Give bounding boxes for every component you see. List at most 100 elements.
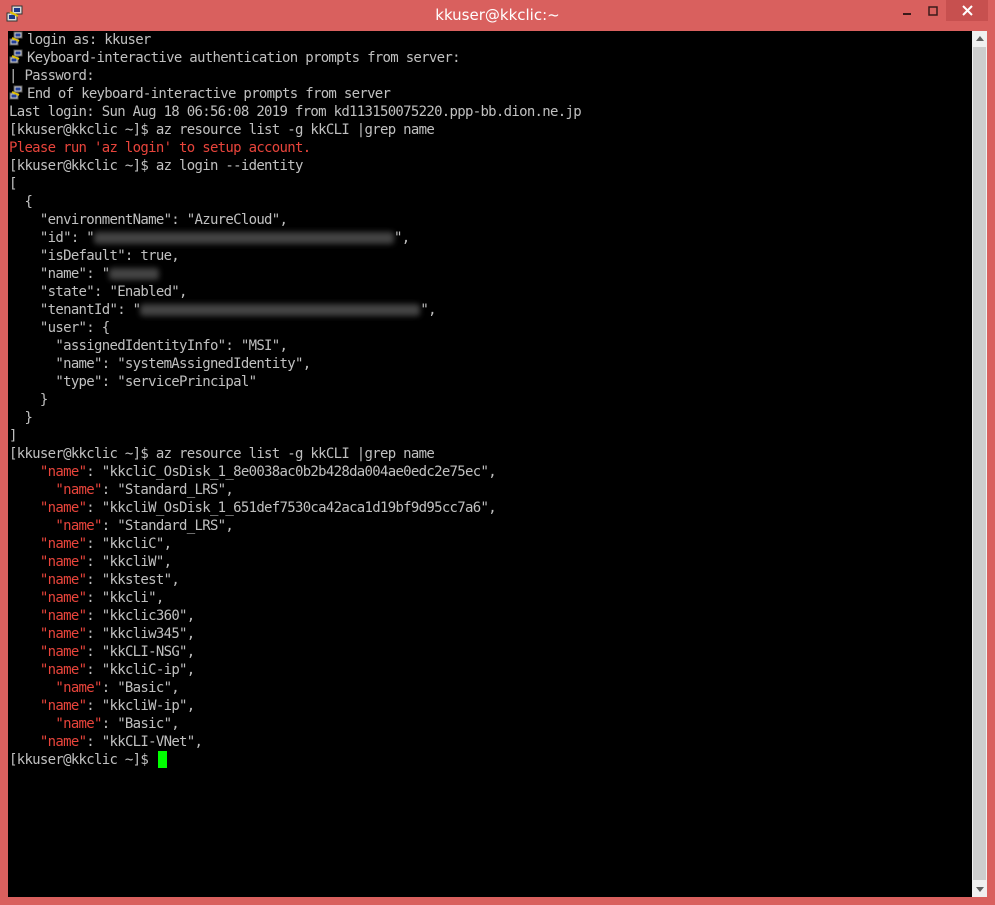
terminal-line: "environmentName": "AzureCloud", xyxy=(9,211,581,229)
close-button[interactable] xyxy=(946,0,988,21)
json-value: : "kkcliC-ip", xyxy=(86,662,195,678)
json-value: : "kkCLI-NSG", xyxy=(86,644,195,660)
terminal-line: "name": "kkcli", xyxy=(9,589,581,607)
json-key-highlight: "name" xyxy=(39,464,87,480)
terminal-window: kkuser@kkclic:~ login as: kkuser Keyboard… xyxy=(0,0,995,905)
terminal-line: [kkuser@kkclic ~]$ xyxy=(9,751,581,769)
line-text: "user": { xyxy=(9,320,110,336)
line-text: [kkuser@kkclic ~]$ az login --identity xyxy=(9,158,303,174)
terminal-cursor xyxy=(157,751,167,768)
line-text: "assignedIdentityInfo": "MSI", xyxy=(9,338,288,354)
terminal-line: "name": "kkstest", xyxy=(9,571,581,589)
json-key-highlight: "name" xyxy=(39,644,87,660)
json-key-highlight: "name" xyxy=(39,536,87,552)
scroll-up-button[interactable] xyxy=(972,31,987,46)
scrollbar-thumb[interactable] xyxy=(973,47,986,880)
minimize-button[interactable] xyxy=(893,0,920,21)
json-key-highlight: "name" xyxy=(39,734,87,750)
terminal-line: "name": "Basic", xyxy=(9,679,581,697)
chevron-down-icon xyxy=(975,887,984,892)
redacted-value xyxy=(140,304,421,316)
redacted-value xyxy=(94,232,395,244)
json-value: : "kkcliC", xyxy=(86,536,172,552)
terminal-line: "name": "kkcliW-ip", xyxy=(9,697,581,715)
line-text: "name": "systemAssignedIdentity", xyxy=(9,356,311,372)
json-value: : "Standard_LRS", xyxy=(101,518,234,534)
terminal-line: Last login: Sun Aug 18 06:56:08 2019 fro… xyxy=(9,103,582,121)
terminal-line: "isDefault": true, xyxy=(9,247,581,265)
putty-key-icon xyxy=(9,49,23,65)
terminal-line: End of keyboard-interactive prompts from… xyxy=(9,85,581,103)
json-key-highlight: "name" xyxy=(39,626,87,642)
minimize-icon xyxy=(902,12,911,15)
json-value: : "kkcliW", xyxy=(86,554,172,570)
line-text: | Password: xyxy=(9,68,95,84)
json-value: : "Standard_LRS", xyxy=(101,482,234,498)
json-value: : "kkcli", xyxy=(86,590,164,606)
window-title: kkuser@kkclic:~ xyxy=(435,6,560,24)
terminal-line: [kkuser@kkclic ~]$ az resource list -g k… xyxy=(9,445,581,463)
terminal-line: [kkuser@kkclic ~]$ az resource list -g k… xyxy=(9,121,581,139)
line-text: login as: kkuser xyxy=(27,32,151,48)
title-bar[interactable]: kkuser@kkclic:~ xyxy=(0,0,995,31)
vertical-scrollbar[interactable] xyxy=(972,31,987,897)
terminal-line: "name": " xyxy=(9,265,581,283)
terminal-line: "name": "Basic", xyxy=(9,715,581,733)
chevron-up-icon xyxy=(975,36,984,41)
json-key-highlight: "name" xyxy=(39,554,87,570)
terminal-line: "name": "kkCLI-VNet", xyxy=(9,733,581,751)
terminal-line: "name": "Standard_LRS", xyxy=(9,517,581,535)
maximize-button[interactable] xyxy=(920,0,946,21)
terminal-line: { xyxy=(9,193,581,211)
terminal-line: ] xyxy=(9,427,581,445)
putty-key-icon xyxy=(9,31,23,47)
terminal-line: "state": "Enabled", xyxy=(9,283,581,301)
json-key-highlight: "name" xyxy=(39,608,87,624)
line-text: "tenantId": " xyxy=(9,302,141,318)
json-value: : "kkCLI-VNet", xyxy=(86,734,203,750)
terminal-line: [kkuser@kkclic ~]$ az login --identity xyxy=(9,157,581,175)
line-text: [kkuser@kkclic ~]$ az resource list -g k… xyxy=(9,446,435,462)
line-text: "id": " xyxy=(9,230,95,246)
line-text: "isDefault": true, xyxy=(9,248,180,264)
json-key-highlight: "name" xyxy=(39,590,87,606)
json-key-highlight: "name" xyxy=(55,716,102,732)
terminal-line: } xyxy=(9,409,581,427)
close-icon xyxy=(961,5,973,16)
line-text: "type": "servicePrincipal" xyxy=(9,374,257,390)
terminal-line: "name": "kkCLI-NSG", xyxy=(9,643,581,661)
line-text: [kkuser@kkclic ~]$ az resource list -g k… xyxy=(9,122,435,138)
terminal-line: "name": "kkclic360", xyxy=(9,607,581,625)
terminal-output[interactable]: login as: kkuser Keyboard-interactive aut… xyxy=(8,31,972,897)
json-value: : "kkcliw345", xyxy=(86,626,195,642)
scroll-down-button[interactable] xyxy=(972,882,987,897)
redacted-value xyxy=(109,268,160,280)
json-value: : "kkcliW-ip", xyxy=(86,698,195,714)
line-text: "state": "Enabled", xyxy=(9,284,188,300)
error-message: Please run 'az login' to setup account. xyxy=(9,140,311,156)
terminal-line: "name": "kkcliC_OsDisk_1_8e0038ac0b2b428… xyxy=(9,463,581,481)
line-text: [ xyxy=(9,176,17,192)
json-key-highlight: "name" xyxy=(39,662,87,678)
line-text-suffix: ", xyxy=(394,230,410,246)
terminal-line: "id": " ", xyxy=(9,229,581,247)
line-text: { xyxy=(9,194,33,210)
json-value: : "kkclic360", xyxy=(86,608,195,624)
json-value: : "kkstest", xyxy=(86,572,180,588)
terminal-line: "type": "servicePrincipal" xyxy=(9,373,581,391)
terminal-line: } xyxy=(9,391,581,409)
terminal-line: login as: kkuser xyxy=(9,31,581,49)
line-text: Last login: Sun Aug 18 06:56:08 2019 fro… xyxy=(9,104,582,120)
line-text: } xyxy=(9,410,33,426)
